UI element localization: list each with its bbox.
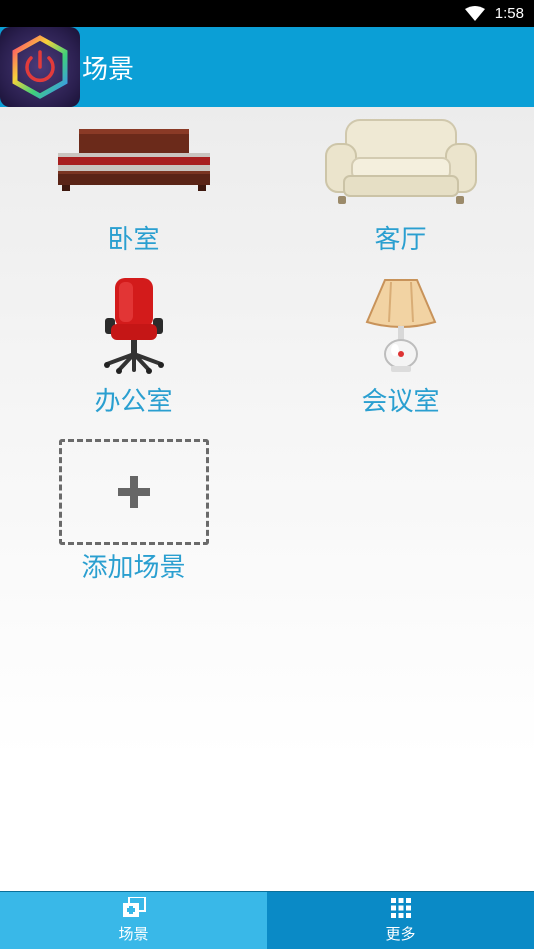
scene-tile-meeting-room[interactable]: 会议室 <box>267 269 534 429</box>
status-time: 1:58 <box>494 5 524 22</box>
office-chair-icon <box>103 278 164 374</box>
scene-tile-office[interactable]: 办公室 <box>0 269 267 429</box>
lamp-icon <box>365 279 436 372</box>
scene-label: 办公室 <box>94 387 173 417</box>
plus-icon <box>117 476 150 508</box>
page-title: 场景 <box>82 54 135 85</box>
scene-tile-living-room[interactable]: 客厅 <box>267 107 534 267</box>
scene-label: 客厅 <box>374 225 427 255</box>
bed-icon <box>57 129 210 191</box>
scene-add-icon <box>122 897 146 917</box>
sofa-icon <box>324 119 477 204</box>
scene-label: 会议室 <box>361 387 440 417</box>
add-scene-label: 添加场景 <box>81 553 186 583</box>
grid-dots-icon <box>390 898 411 918</box>
nav-tab-label: 更多 <box>385 925 416 943</box>
add-scene-button[interactable] <box>58 439 209 545</box>
nav-tab-scenes[interactable]: 场景 <box>0 892 267 949</box>
nav-tab-label: 场景 <box>118 925 149 943</box>
add-scene-tile[interactable]: 添加场景 <box>0 437 267 597</box>
app-bar: 场景 <box>0 27 534 107</box>
scene-label: 卧室 <box>107 225 160 255</box>
status-bar: 1:58 <box>0 0 534 27</box>
bottom-nav: 场景 更多 <box>0 891 534 949</box>
scene-tile-bedroom[interactable]: 卧室 <box>0 107 267 267</box>
power-hexagon-icon[interactable] <box>0 27 80 107</box>
wifi-icon <box>464 5 485 21</box>
nav-tab-more[interactable]: 更多 <box>267 892 534 949</box>
